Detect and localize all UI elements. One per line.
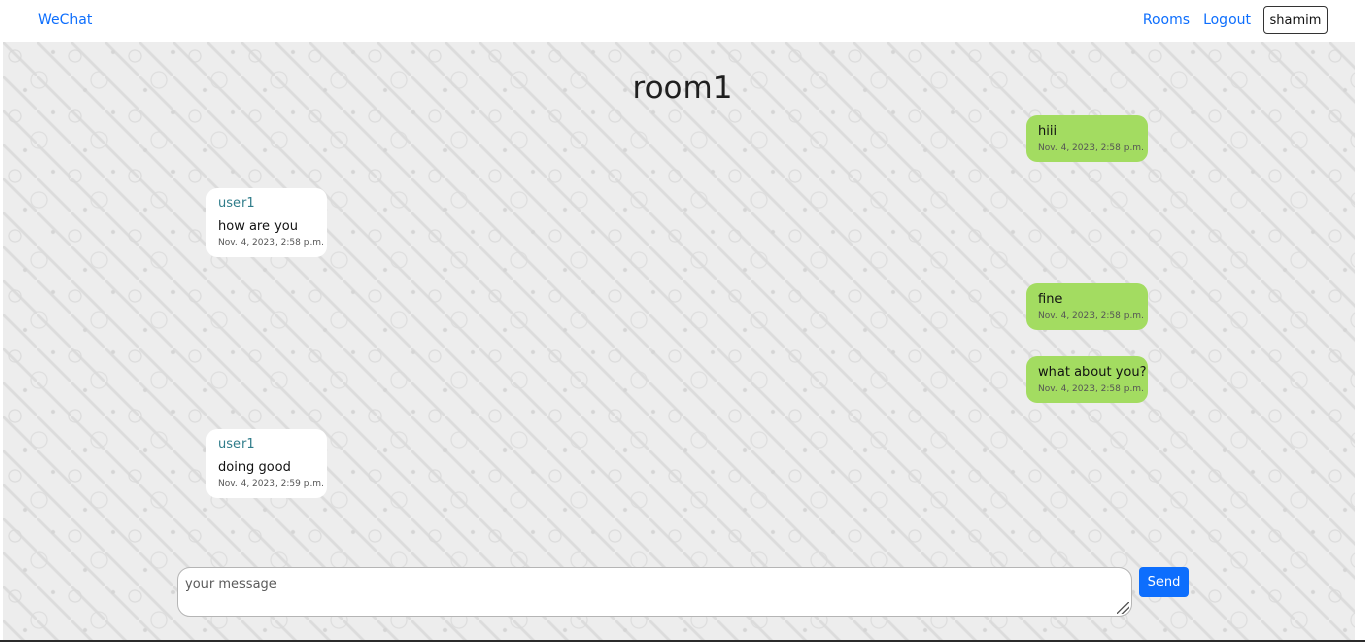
brand-link[interactable]: WeChat bbox=[38, 12, 92, 28]
username-button[interactable]: shamim bbox=[1263, 6, 1328, 34]
nav-link-logout[interactable]: Logout bbox=[1203, 12, 1251, 28]
message-input[interactable] bbox=[177, 567, 1132, 617]
message-bubble-outgoing: what about you? Nov. 4, 2023, 2:58 p.m. bbox=[1026, 356, 1148, 403]
message-bubble-incoming: user1 how are you Nov. 4, 2023, 2:58 p.m… bbox=[206, 188, 327, 257]
send-button[interactable]: Send bbox=[1139, 567, 1189, 597]
message-sender: user1 bbox=[218, 437, 255, 452]
message-sender: user1 bbox=[218, 196, 255, 211]
message-timestamp: Nov. 4, 2023, 2:58 p.m. bbox=[1038, 143, 1144, 153]
scrollbar-gutter bbox=[1355, 42, 1365, 640]
message-bubble-outgoing: hiii Nov. 4, 2023, 2:58 p.m. bbox=[1026, 115, 1148, 162]
chat-background bbox=[3, 42, 1355, 640]
top-navbar: WeChat Rooms Logout shamim bbox=[0, 0, 1365, 42]
message-bubble-incoming: user1 doing good Nov. 4, 2023, 2:59 p.m. bbox=[206, 429, 327, 498]
message-text: hiii bbox=[1038, 124, 1058, 139]
message-text: doing good bbox=[218, 460, 291, 475]
message-text: what about you? bbox=[1038, 365, 1147, 380]
nav-right-group: Rooms Logout shamim bbox=[1143, 5, 1328, 35]
message-timestamp: Nov. 4, 2023, 2:58 p.m. bbox=[1038, 384, 1144, 394]
message-bubble-outgoing: fine Nov. 4, 2023, 2:58 p.m. bbox=[1026, 283, 1148, 330]
message-text: how are you bbox=[218, 219, 298, 234]
room-title: room1 bbox=[632, 70, 733, 106]
nav-link-rooms[interactable]: Rooms bbox=[1143, 12, 1190, 28]
message-timestamp: Nov. 4, 2023, 2:59 p.m. bbox=[218, 479, 324, 489]
message-timestamp: Nov. 4, 2023, 2:58 p.m. bbox=[218, 238, 324, 248]
message-text: fine bbox=[1038, 292, 1063, 307]
message-timestamp: Nov. 4, 2023, 2:58 p.m. bbox=[1038, 311, 1144, 321]
